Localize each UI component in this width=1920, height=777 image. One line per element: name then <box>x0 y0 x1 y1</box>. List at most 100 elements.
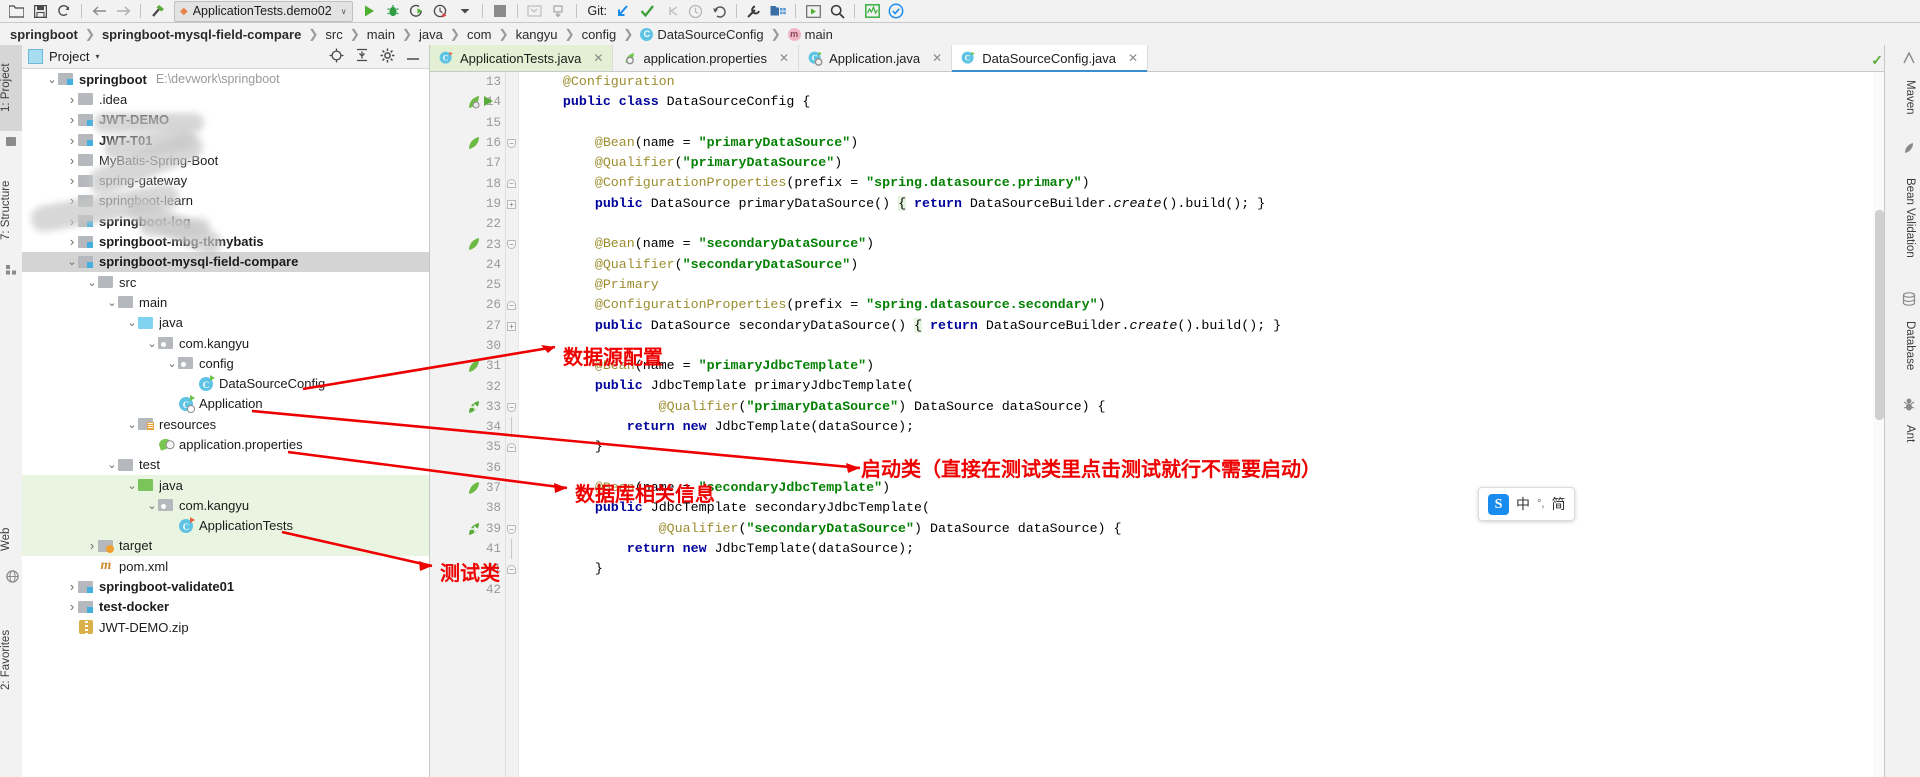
chevron-down-icon[interactable]: ⌄ <box>126 479 138 492</box>
line-number-19[interactable]: 19 <box>430 194 505 214</box>
chevron-right-icon[interactable]: › <box>66 92 78 107</box>
chevron-right-icon[interactable]: › <box>66 234 78 249</box>
spring-config-gutter-icon[interactable] <box>467 95 481 109</box>
line-number-31[interactable]: 31 <box>430 356 505 376</box>
git-update-icon[interactable] <box>611 1 635 21</box>
code-line-17[interactable]: @Qualifier("primaryDataSource") <box>519 153 1885 173</box>
code-line-19[interactable]: public DataSource primaryDataSource() { … <box>519 194 1885 214</box>
run-gutter-icon[interactable] <box>484 96 493 107</box>
run-configuration-selector[interactable]: ◆ ApplicationTests.demo02 ∨ <box>174 0 353 22</box>
tree-node-jwt-t01[interactable]: ›JWT-T01 <box>22 130 429 150</box>
line-number-13[interactable]: 13 <box>430 72 505 92</box>
breadcrumb-item-datasourceconfig[interactable]: C DataSourceConfig <box>640 27 764 42</box>
breadcrumb-item-main[interactable]: main <box>367 27 395 42</box>
spring-bean-gutter-icon[interactable] <box>467 237 481 251</box>
sidebar-tab-project[interactable]: 1: Project <box>0 45 22 131</box>
fold-region-start-icon[interactable]: − <box>507 402 516 412</box>
chevron-right-icon[interactable]: › <box>66 112 78 127</box>
line-number-24[interactable]: 24 <box>430 255 505 275</box>
fold-region-end-icon[interactable]: − <box>507 443 516 453</box>
fold-region-end-icon[interactable]: − <box>507 179 516 189</box>
code-line-22[interactable] <box>519 214 1885 234</box>
chevron-down-icon[interactable]: ⌄ <box>106 296 118 309</box>
code-line-31[interactable]: @Bean(name = "primaryJdbcTemplate") <box>519 356 1885 376</box>
tree-node-springboot-mysql-field-compare[interactable]: ⌄ springboot-mysql-field-compare <box>22 251 429 272</box>
code-line-23[interactable]: @Bean(name = "secondaryDataSource") <box>519 234 1885 254</box>
chevron-right-icon[interactable]: › <box>66 153 78 168</box>
line-number-30[interactable]: 30 <box>430 336 505 356</box>
line-number-27[interactable]: 27 <box>430 316 505 336</box>
code-line-13[interactable]: @Configuration <box>519 72 1885 92</box>
tree-node-application[interactable]: C Application <box>22 394 429 414</box>
chevron-down-icon[interactable]: ⌄ <box>146 499 158 512</box>
close-icon[interactable]: ✕ <box>932 51 942 65</box>
chevron-right-icon[interactable]: › <box>66 173 78 188</box>
ime-shape-label[interactable]: 简 <box>1551 494 1565 514</box>
code-line-41[interactable]: return new JdbcTemplate(dataSource); <box>519 539 1885 559</box>
breadcrumb-item-main[interactable]: m main <box>787 27 833 42</box>
line-number-14[interactable]: 14 <box>430 92 505 112</box>
chevron-right-icon[interactable]: › <box>66 133 78 148</box>
code-line-39[interactable]: @Qualifier("secondaryDataSource") DataSo… <box>519 519 1885 539</box>
settings-gear-icon[interactable] <box>380 48 395 66</box>
run-icon[interactable] <box>357 1 381 21</box>
fold-expand-icon[interactable]: + <box>507 199 516 209</box>
line-number-34[interactable]: 34 <box>430 417 505 437</box>
breadcrumb-item-config[interactable]: config <box>582 27 617 42</box>
tree-node-resources[interactable]: ⌄ resources <box>22 414 429 434</box>
dropdown-caret-icon[interactable] <box>453 1 477 21</box>
sidebar-tab-ant[interactable]: Ant <box>1894 415 1916 453</box>
line-number-32[interactable]: 32 <box>430 376 505 396</box>
chevron-down-icon[interactable]: ⌄ <box>126 316 138 329</box>
line-number-42[interactable]: 42 <box>430 579 505 599</box>
tree-node-target[interactable]: › target <box>22 535 429 557</box>
fold-region-start-icon[interactable]: − <box>507 138 516 148</box>
fold-expand-icon[interactable]: + <box>507 321 516 331</box>
hide-panel-icon[interactable] <box>406 49 420 64</box>
line-number-41[interactable]: 41 <box>430 539 505 559</box>
editor-scrollbar-thumb[interactable] <box>1875 210 1884 420</box>
chevron-down-icon[interactable]: ⌄ <box>66 255 78 268</box>
build-hammer-icon[interactable] <box>146 1 170 21</box>
line-number-33[interactable]: 33 <box>430 397 505 417</box>
project-structure-icon[interactable] <box>766 1 790 21</box>
sync-icon[interactable] <box>52 1 76 21</box>
search-everywhere-icon[interactable] <box>825 1 849 21</box>
editor-tab-datasourceconfig-java[interactable]: C DataSourceConfig.java ✕ <box>952 45 1148 72</box>
code-line-35[interactable]: } <box>519 437 1885 457</box>
git-push-icon[interactable] <box>659 1 683 21</box>
line-number-16[interactable]: 16 <box>430 133 505 153</box>
run-anything-icon[interactable] <box>801 1 825 21</box>
code-line-38[interactable]: public JdbcTemplate secondaryJdbcTemplat… <box>519 498 1885 518</box>
line-number-18[interactable]: 18 <box>430 173 505 193</box>
close-icon[interactable]: ✕ <box>593 51 603 65</box>
tree-node-src[interactable]: ⌄ src <box>22 272 429 292</box>
stop-icon[interactable] <box>488 1 512 21</box>
save-all-icon[interactable] <box>28 1 52 21</box>
tree-node-java[interactable]: ⌄ java <box>22 474 429 496</box>
code-content[interactable]: @Configuration public class DataSourceCo… <box>519 72 1885 777</box>
breadcrumb-item-springboot[interactable]: springboot <box>10 27 78 42</box>
breadcrumb-item-java[interactable]: java <box>419 27 443 42</box>
tree-node-springboot[interactable]: ⌄ springboot E:\devwork\springboot <box>22 69 429 89</box>
line-number-36[interactable]: 36 <box>430 458 505 478</box>
tree-node-application-properties[interactable]: application.properties <box>22 434 429 454</box>
tree-node-applicationtests[interactable]: C ApplicationTests <box>22 515 429 536</box>
chevron-right-icon[interactable]: › <box>86 538 98 553</box>
performance-monitor-icon[interactable] <box>860 1 884 21</box>
spring-bean-navigate-gutter-icon[interactable] <box>467 522 481 536</box>
fold-region-start-icon[interactable]: − <box>507 240 516 250</box>
line-number-26[interactable]: 26 <box>430 295 505 315</box>
editor-tab-applicationtests-java[interactable]: C ApplicationTests.java ✕ <box>430 45 614 71</box>
line-number-17[interactable]: 17 <box>430 153 505 173</box>
code-line-15[interactable] <box>519 113 1885 133</box>
fold-region-end-icon[interactable]: − <box>507 565 516 575</box>
tree-node--idea[interactable]: › .idea <box>22 89 429 109</box>
code-line-41[interactable]: } <box>519 559 1885 579</box>
sidebar-tab-maven[interactable]: Maven <box>1894 69 1916 125</box>
editor-tab-application-java[interactable]: C Application.java ✕ <box>799 45 953 71</box>
code-line-24[interactable]: @Qualifier("secondaryDataSource") <box>519 255 1885 275</box>
sogou-ime-bar[interactable]: S 中 °, 简 <box>1478 487 1576 521</box>
spring-bean-navigate-gutter-icon[interactable] <box>467 400 481 414</box>
tree-node-main[interactable]: ⌄ main <box>22 292 429 312</box>
